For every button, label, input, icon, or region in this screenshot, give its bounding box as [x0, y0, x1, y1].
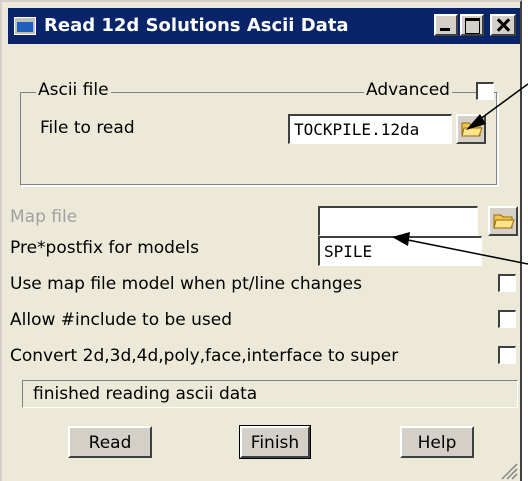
callout-arrow [466, 83, 528, 130]
callout-arrow [392, 232, 528, 265]
callout-arrows [392, 83, 528, 265]
